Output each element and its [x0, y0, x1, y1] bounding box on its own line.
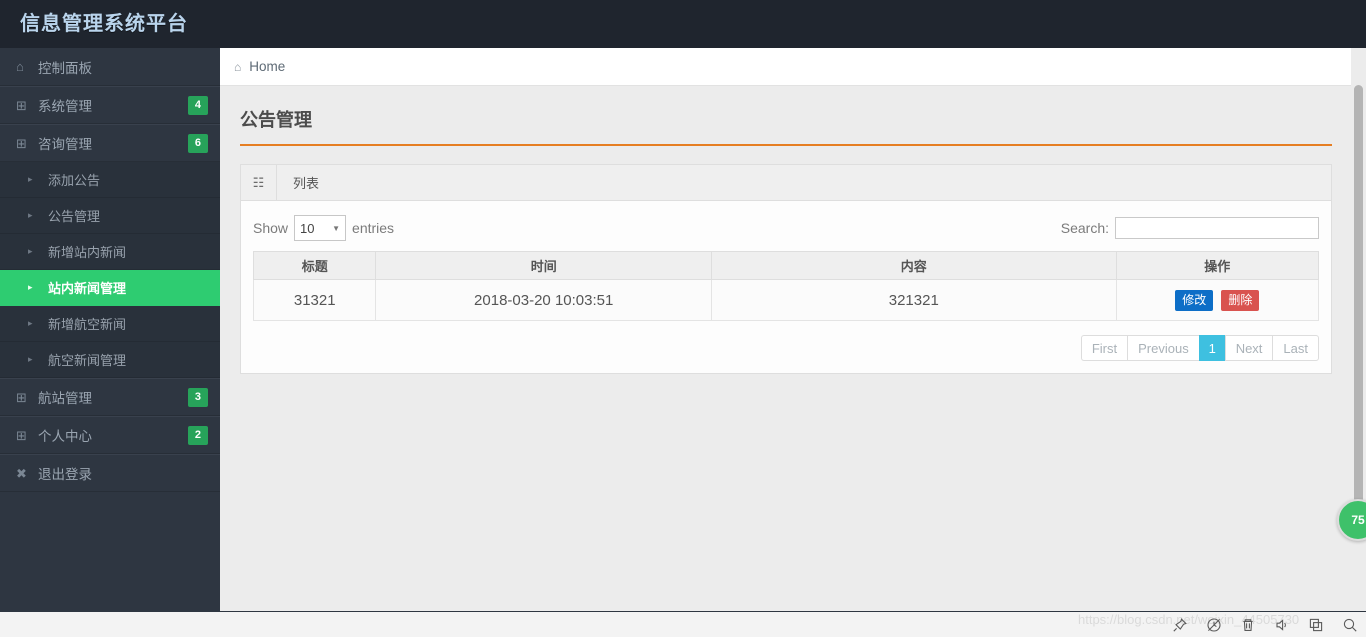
- sidebar-item-system-management[interactable]: ⊞ 系统管理 4: [0, 86, 220, 124]
- speaker-icon[interactable]: [1274, 617, 1290, 633]
- datatable-controls: Show 10 ▼ entries Search:: [253, 211, 1319, 245]
- pagination-next[interactable]: Next: [1224, 335, 1273, 361]
- pagination: First Previous 1 Next Last: [1080, 335, 1319, 361]
- sidebar-item-personal-center[interactable]: ⊞ 个人中心 2: [0, 416, 220, 454]
- breadcrumb: ⌂ Home: [220, 48, 1366, 86]
- main-content: ⌂ Home 公告管理 ☷ 列表 Show 10 ▼ entries Searc…: [220, 48, 1366, 611]
- pagination-last[interactable]: Last: [1272, 335, 1319, 361]
- sidebar-subitem-internal-news-management[interactable]: ▸ 站内新闻管理: [0, 270, 229, 306]
- page-title: 公告管理: [240, 110, 312, 130]
- panel-tab-bar: ☷ 列表: [241, 165, 1331, 201]
- tab-list[interactable]: 列表: [277, 165, 335, 200]
- chevron-right-icon: ▸: [28, 282, 33, 292]
- chevron-right-icon: ▸: [28, 318, 33, 328]
- table-header-row: 标题 时间 内容 操作: [252, 251, 1320, 280]
- sidebar-item-label: 咨询管理: [38, 137, 92, 152]
- entries-length-select[interactable]: 10 ▼: [294, 215, 347, 241]
- sidebar-subitem-label: 站内新闻管理: [48, 281, 127, 296]
- entries-label: entries: [352, 220, 395, 236]
- search-filter: Search:: [1061, 217, 1319, 239]
- sidebar-item-label: 个人中心: [38, 429, 92, 444]
- sidebar-subitem-add-aviation-news[interactable]: ▸ 新增航空新闻: [0, 306, 220, 342]
- search-input[interactable]: [1115, 217, 1319, 239]
- home-icon: ⌂: [16, 59, 24, 74]
- column-header-content[interactable]: 内容: [710, 251, 1117, 280]
- app-root: 信息管理系统平台 ⌂ 控制面板 ⊞ 系统管理 4 ⊞ 咨询管理 6 ▸ 添加公告…: [0, 0, 1366, 637]
- chevron-down-icon: ▼: [332, 223, 341, 233]
- show-label: Show: [253, 220, 289, 236]
- sidebar-item-label: 退出登录: [38, 467, 92, 482]
- sidebar-badge: 3: [187, 387, 208, 407]
- delete-button[interactable]: 删除: [1221, 289, 1260, 311]
- cell-time: 2018-03-20 10:03:51: [375, 279, 712, 321]
- sidebar-subitem-label: 添加公告: [48, 173, 101, 188]
- cell-title: 31321: [252, 279, 377, 321]
- sidebar-subitem-label: 新增航空新闻: [48, 317, 127, 332]
- close-icon: ✖: [16, 465, 27, 481]
- grid-icon: ⊞: [16, 135, 27, 151]
- pin-icon[interactable]: [1172, 617, 1188, 633]
- grid-icon: ☷: [241, 165, 277, 200]
- app-brand-title: 信息管理系统平台: [20, 13, 188, 35]
- grid-icon: ⊞: [16, 97, 27, 113]
- edit-button[interactable]: 修改: [1175, 289, 1214, 311]
- sidebar-item-consult-management[interactable]: ⊞ 咨询管理 6: [0, 124, 220, 162]
- sidebar-subitem-aviation-news-management[interactable]: ▸ 航空新闻管理: [0, 342, 220, 378]
- sidebar-subitem-label: 航空新闻管理: [48, 353, 127, 368]
- table-body: 31321 2018-03-20 10:03:51 321321 修改 删除: [252, 279, 1320, 321]
- entries-length-value: 10: [300, 220, 315, 236]
- sidebar-subitem-label: 新增站内新闻: [48, 245, 127, 260]
- grid-icon: ⊞: [16, 389, 27, 405]
- sidebar-item-label: 控制面板: [38, 60, 92, 76]
- page-header: 公告管理: [240, 106, 1332, 146]
- column-header-action[interactable]: 操作: [1115, 251, 1320, 280]
- chevron-right-icon: ▸: [28, 210, 33, 220]
- copy-icon[interactable]: [1308, 617, 1324, 633]
- sidebar: ⌂ 控制面板 ⊞ 系统管理 4 ⊞ 咨询管理 6 ▸ 添加公告 ▸ 公告管理 ▸…: [0, 48, 229, 611]
- sidebar-subitem-add-announcement[interactable]: ▸ 添加公告: [0, 162, 220, 198]
- sidebar-badge: 4: [187, 95, 208, 115]
- grid-icon: ⊞: [16, 427, 27, 443]
- breadcrumb-home-link[interactable]: Home: [249, 59, 285, 74]
- entries-length-control: Show 10 ▼ entries: [253, 215, 394, 241]
- chevron-right-icon: ▸: [28, 246, 33, 256]
- sidebar-item-dashboard[interactable]: ⌂ 控制面板: [0, 48, 220, 86]
- trash-icon[interactable]: [1240, 617, 1256, 633]
- sidebar-item-logout[interactable]: ✖ 退出登录: [0, 454, 220, 492]
- pagination-previous[interactable]: Previous: [1127, 335, 1199, 361]
- pagination-first[interactable]: First: [1080, 335, 1128, 361]
- table-head: 标题 时间 内容 操作: [252, 251, 1320, 280]
- search-label: Search:: [1060, 220, 1109, 236]
- sidebar-subitem-announcement-management[interactable]: ▸ 公告管理: [0, 198, 220, 234]
- sidebar-item-label: 系统管理: [38, 99, 92, 114]
- sidebar-item-label: 航站管理: [38, 391, 92, 406]
- pagination-page-1[interactable]: 1: [1198, 335, 1225, 361]
- sidebar-subitem-add-internal-news[interactable]: ▸ 新增站内新闻: [0, 234, 220, 270]
- list-panel: ☷ 列表 Show 10 ▼ entries Search: 标题 时间 内容 …: [240, 164, 1332, 374]
- sidebar-badge: 6: [187, 133, 208, 153]
- datatable-footer: First Previous 1 Next Last: [253, 321, 1319, 361]
- column-header-title[interactable]: 标题: [252, 251, 377, 280]
- sidebar-badge: 2: [187, 425, 208, 445]
- announcements-table: 标题 时间 内容 操作 31321 2018-03-20 10:03:51 32…: [252, 251, 1320, 321]
- sidebar-item-station-management[interactable]: ⊞ 航站管理 3: [0, 378, 220, 416]
- scrollbar-thumb[interactable]: [1354, 85, 1363, 525]
- sidebar-subitem-label: 公告管理: [48, 209, 101, 224]
- chevron-right-icon: ▸: [28, 174, 33, 184]
- top-header-bar: 信息管理系统平台: [0, 0, 1366, 48]
- column-header-time[interactable]: 时间: [375, 251, 712, 280]
- cell-content: 321321: [710, 279, 1117, 321]
- cell-action: 修改 删除: [1115, 279, 1320, 321]
- table-row: 31321 2018-03-20 10:03:51 321321 修改 删除: [252, 279, 1320, 321]
- history-icon[interactable]: [1206, 617, 1222, 633]
- search-icon[interactable]: [1342, 617, 1358, 633]
- home-icon: ⌂: [234, 59, 242, 74]
- bottom-toolbar: [1172, 612, 1358, 637]
- chevron-right-icon: ▸: [28, 354, 33, 364]
- panel-body: Show 10 ▼ entries Search: 标题 时间 内容 操作 31…: [241, 201, 1331, 373]
